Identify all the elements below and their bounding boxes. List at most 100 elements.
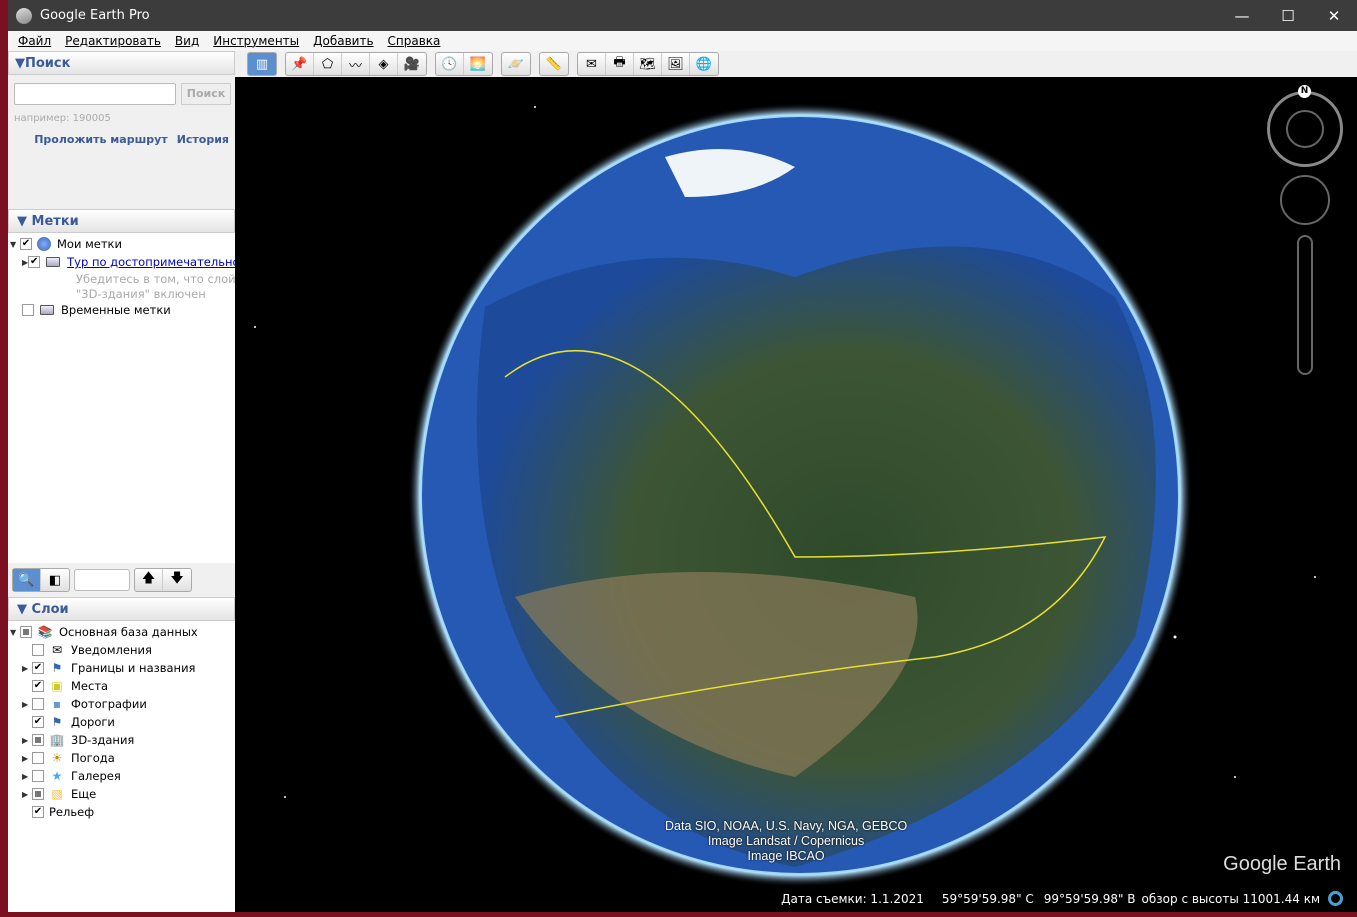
layer-icon: 📚 [37,625,53,639]
menu-view[interactable]: Вид [175,34,199,48]
layer-checkbox[interactable] [32,734,44,746]
zoom-slider[interactable] [1297,235,1313,375]
google-earth-window: Google Earth Pro — ☐ ✕ Файл Редактироват… [8,0,1357,912]
search-panel-header[interactable]: ▼ Поиск [8,51,235,75]
places-panel-header[interactable]: ▼ Метки [8,209,235,233]
layer-checkbox[interactable]: ✔ [32,680,44,692]
attribution-line: Image IBCAO [747,849,825,863]
layer-checkbox[interactable]: ✔ [32,716,44,728]
menu-help[interactable]: Справка [388,34,441,48]
history-link[interactable]: История [177,133,229,146]
layer-icon: ⚑ [51,661,63,675]
checkbox[interactable]: ✔ [28,256,41,268]
layer-item[interactable]: ▼ 📚 Основная база данных [8,623,235,641]
places-item-my-places[interactable]: ▼ ✔ Мои метки [8,235,235,253]
folder-icon [39,303,55,317]
layer-label: Еще [71,787,97,801]
layer-item[interactable]: ✔ Рельеф [8,803,235,821]
earth-icon[interactable]: 🌐 [690,53,718,75]
layer-checkbox[interactable] [32,788,44,800]
layer-item[interactable]: ▶ ☀ Погода [8,749,235,767]
layer-checkbox[interactable] [32,770,44,782]
layer-icon: ▧ [51,787,63,801]
google-maps-icon[interactable]: 🗺 [634,53,662,75]
look-joystick[interactable] [1280,175,1330,225]
layer-checkbox[interactable] [20,626,32,638]
layer-icon: ★ [51,769,63,783]
latitude: 59°59'59.98" С [941,891,1034,906]
add-overlay-icon[interactable]: ◈ [370,53,398,75]
places-item-tour[interactable]: ▶ ✔ Тур по достопримечательнс [8,253,239,271]
layer-label: Погода [71,751,115,765]
search-places-button[interactable]: 🔍 [13,569,41,591]
layer-label: Основная база данных [59,625,198,639]
layers-panel-header[interactable]: ▼ Слои [8,597,235,621]
add-polygon-icon[interactable]: ⬠ [314,53,342,75]
search-input[interactable] [14,83,176,105]
maximize-button[interactable]: ☐ [1265,7,1311,25]
layer-checkbox[interactable]: ✔ [32,662,44,674]
layer-item[interactable]: ▶ ✔ ⚑ Границы и названия [8,659,235,677]
save-image-icon[interactable]: 🖼 [662,53,690,75]
minimize-button[interactable]: — [1219,7,1265,25]
planets-icon[interactable]: 🪐 [502,53,530,75]
tour-link[interactable]: Тур по достопримечательнс [67,255,239,269]
compass-ring[interactable] [1267,91,1343,167]
add-placemark-icon[interactable]: 📌 [286,53,314,75]
layer-label: Уведомления [71,643,152,657]
layer-checkbox[interactable]: ✔ [32,806,44,818]
layer-checkbox[interactable] [32,644,44,656]
email-icon[interactable]: ✉ [578,53,606,75]
layer-item[interactable]: ✉ Уведомления [8,641,235,659]
expand-arrow-icon[interactable]: ▶ [22,790,32,799]
layer-item[interactable]: ▶ ▧ Еще [8,785,235,803]
search-button[interactable]: Поиск [181,83,231,105]
layer-item[interactable]: ✔ ⚑ Дороги [8,713,235,731]
sidebar-toggle-icon[interactable]: ▥ [248,53,276,75]
menu-file[interactable]: Файл [18,34,51,48]
layer-item[interactable]: ▶ 🏢 3D-здания [8,731,235,749]
search-panel: Поиск например: 190005 Проложить маршрут… [8,75,235,209]
menu-edit[interactable]: Редактировать [65,34,161,48]
expand-arrow-icon[interactable]: ▶ [22,736,32,745]
item-label: Временные метки [61,303,171,317]
layer-label: Галерея [71,769,121,783]
expand-arrow-icon[interactable]: ▼ [10,628,20,637]
places-filter-input[interactable] [74,569,130,591]
close-button[interactable]: ✕ [1311,7,1357,25]
compass-north: N [1298,85,1311,98]
checkbox[interactable] [22,304,34,316]
layer-item[interactable]: ✔ ▣ Места [8,677,235,695]
layer-label: 3D-здания [71,733,135,747]
main-toolbar: ▥ 📌 ⬠ 〰 ◈ 🎥 🕓 🌅 🪐 📏 ✉ 🖶 🗺 🖼 🌐 [235,51,1357,77]
layer-label: Границы и названия [71,661,196,675]
menu-tools[interactable]: Инструменты [213,34,299,48]
menu-add[interactable]: Добавить [313,34,373,48]
places-item-temporary[interactable]: Временные метки [8,301,235,319]
expand-arrow-icon[interactable]: ▶ [22,664,32,673]
layer-item[interactable]: ▶ ★ Галерея [8,767,235,785]
toggle-panel-button[interactable]: ◧ [41,569,69,591]
ruler-icon[interactable]: 📏 [540,53,568,75]
layer-checkbox[interactable] [32,752,44,764]
menu-bar: Файл Редактировать Вид Инструменты Добав… [8,31,1357,51]
record-tour-icon[interactable]: 🎥 [398,53,426,75]
eye-altitude: обзор с высоты 11001.44 км [1141,891,1320,906]
expand-arrow-icon[interactable]: ▶ [22,700,32,709]
tour-note-2: "3D-здания" включен [76,286,206,301]
layer-item[interactable]: ▶ ▪ Фотографии [8,695,235,713]
historical-imagery-icon[interactable]: 🕓 [436,53,464,75]
checkbox[interactable]: ✔ [20,238,32,250]
move-up-button[interactable]: 🡅 [135,569,163,591]
print-icon[interactable]: 🖶 [606,53,634,75]
sunlight-icon[interactable]: 🌅 [464,53,492,75]
move-down-button[interactable]: 🡇 [163,569,191,591]
earth-view[interactable]: Data SIO, NOAA, U.S. Navy, NGA, GEBCO Im… [235,77,1357,912]
expand-arrow-icon[interactable]: ▶ [22,772,32,781]
streaming-icon [1328,891,1343,906]
directions-link[interactable]: Проложить маршрут [34,133,167,146]
expand-arrow-icon[interactable]: ▶ [22,754,32,763]
layer-icon: 🏢 [49,733,65,747]
layer-checkbox[interactable] [32,698,44,710]
add-path-icon[interactable]: 〰 [342,53,370,75]
